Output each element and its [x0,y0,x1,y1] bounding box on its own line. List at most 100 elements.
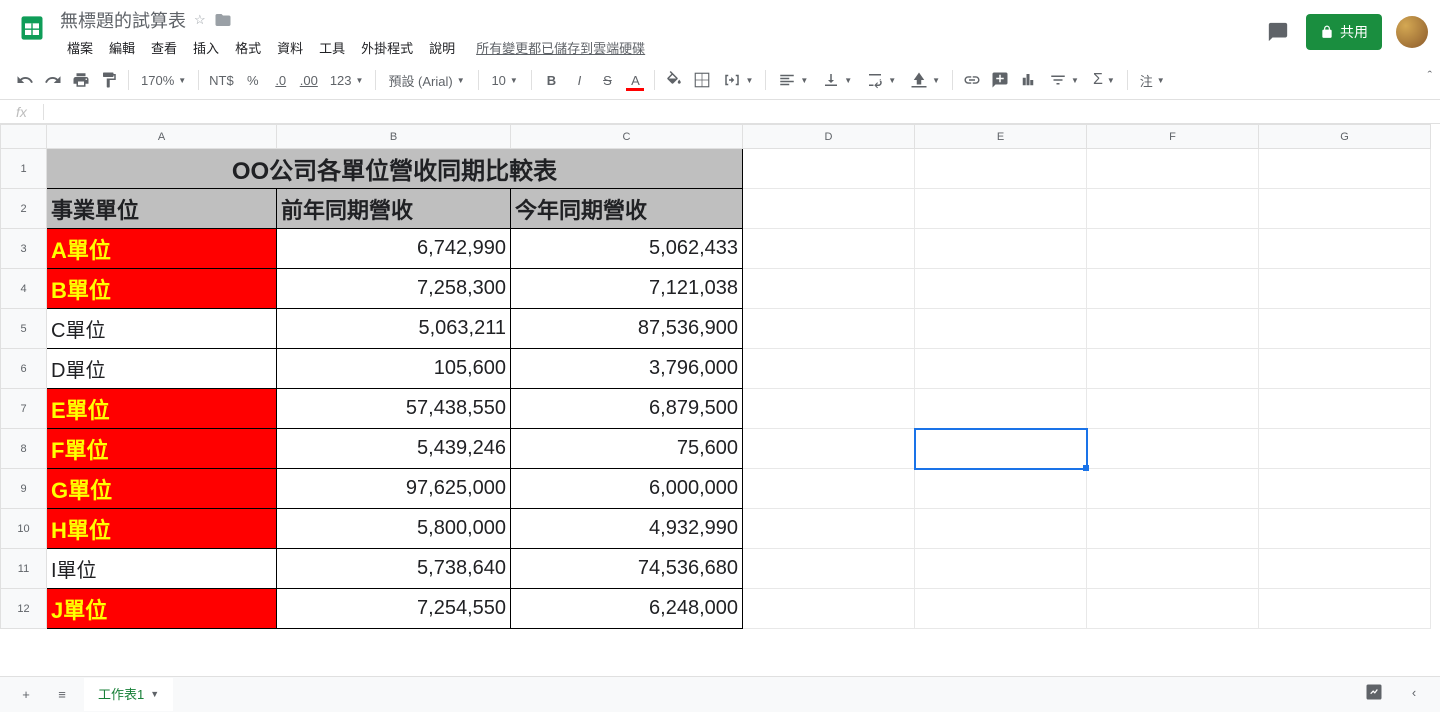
row-header-5[interactable]: 5 [1,309,47,349]
cell-E4[interactable] [915,269,1087,309]
col-header-A[interactable]: A [47,125,277,149]
merge-cells-button[interactable]: ▼ [717,67,759,93]
spreadsheet-grid[interactable]: ABCDEFG1OO公司各單位營收同期比較表2事業單位前年同期營收今年同期營收3… [0,124,1440,676]
row-header-8[interactable]: 8 [1,429,47,469]
col-header-D[interactable]: D [743,125,915,149]
text-color-button[interactable]: A [622,67,648,93]
percent-button[interactable]: % [240,67,266,93]
cell-F10[interactable] [1087,509,1259,549]
cell-B6[interactable]: 105,600 [277,349,511,389]
cell-E2[interactable] [915,189,1087,229]
explore-button[interactable] [1360,678,1388,706]
cell-G3[interactable] [1259,229,1431,269]
cell-B10[interactable]: 5,800,000 [277,509,511,549]
cell-G6[interactable] [1259,349,1431,389]
row-header-6[interactable]: 6 [1,349,47,389]
cell-G12[interactable] [1259,589,1431,629]
row-header-9[interactable]: 9 [1,469,47,509]
cell-A7[interactable]: E單位 [47,389,277,429]
menu-說明[interactable]: 說明 [422,34,462,61]
bold-button[interactable]: B [538,67,564,93]
menu-編輯[interactable]: 編輯 [102,34,142,61]
borders-button[interactable] [689,67,715,93]
cell-G2[interactable] [1259,189,1431,229]
cell-E3[interactable] [915,229,1087,269]
col-header-E[interactable]: E [915,125,1087,149]
cell-F6[interactable] [1087,349,1259,389]
cell-G10[interactable] [1259,509,1431,549]
share-button[interactable]: 共用 [1306,14,1382,50]
row-header-12[interactable]: 12 [1,589,47,629]
cell-C7[interactable]: 6,879,500 [511,389,743,429]
vertical-align-button[interactable]: ▼ [816,67,858,93]
cell-F2[interactable] [1087,189,1259,229]
insert-link-button[interactable] [959,67,985,93]
cell-G7[interactable] [1259,389,1431,429]
cell-F12[interactable] [1087,589,1259,629]
document-title[interactable]: 無標題的試算表 [60,7,186,33]
cell-D1[interactable] [743,149,915,189]
cell-D2[interactable] [743,189,915,229]
cell-A8[interactable]: F單位 [47,429,277,469]
cell-F7[interactable] [1087,389,1259,429]
cell-B4[interactable]: 7,258,300 [277,269,511,309]
move-folder-icon[interactable] [214,11,232,29]
menu-插入[interactable]: 插入 [186,34,226,61]
cell-B9[interactable]: 97,625,000 [277,469,511,509]
text-rotation-button[interactable]: ▼ [904,67,946,93]
cell-A9[interactable]: G單位 [47,469,277,509]
cell-A2[interactable]: 事業單位 [47,189,277,229]
cell-A11[interactable]: I單位 [47,549,277,589]
cell-G1[interactable] [1259,149,1431,189]
undo-button[interactable] [12,67,38,93]
horizontal-align-button[interactable]: ▼ [772,67,814,93]
cell-B7[interactable]: 57,438,550 [277,389,511,429]
italic-button[interactable]: I [566,67,592,93]
cell-F11[interactable] [1087,549,1259,589]
cell-D4[interactable] [743,269,915,309]
cell-C12[interactable]: 6,248,000 [511,589,743,629]
currency-button[interactable]: NT$ [205,67,238,93]
strikethrough-button[interactable]: S [594,67,620,93]
cell-D10[interactable] [743,509,915,549]
cell-C6[interactable]: 3,796,000 [511,349,743,389]
cell-E10[interactable] [915,509,1087,549]
all-sheets-button[interactable]: ≡ [48,681,76,709]
cell-E1[interactable] [915,149,1087,189]
col-header-B[interactable]: B [277,125,511,149]
cell-E8[interactable] [915,429,1087,469]
cell-A6[interactable]: D單位 [47,349,277,389]
menu-外掛程式[interactable]: 外掛程式 [354,34,420,61]
cell-C3[interactable]: 5,062,433 [511,229,743,269]
cell-D3[interactable] [743,229,915,269]
cell-C8[interactable]: 75,600 [511,429,743,469]
cell-F9[interactable] [1087,469,1259,509]
cell-B11[interactable]: 5,738,640 [277,549,511,589]
font-dropdown[interactable]: 預設 (Arial)▼ [382,67,472,93]
font-size-dropdown[interactable]: 10▼ [485,67,525,93]
cell-E6[interactable] [915,349,1087,389]
cell-F8[interactable] [1087,429,1259,469]
formula-input[interactable] [44,100,1440,123]
menu-格式[interactable]: 格式 [228,34,268,61]
increase-decimal-button[interactable]: .00 [296,67,322,93]
cell-D5[interactable] [743,309,915,349]
cell-F4[interactable] [1087,269,1259,309]
insert-comment-button[interactable] [987,67,1013,93]
add-sheet-button[interactable]: + [12,681,40,709]
fill-color-button[interactable] [661,67,687,93]
decrease-decimal-button[interactable]: .0 [268,67,294,93]
col-header-F[interactable]: F [1087,125,1259,149]
print-button[interactable] [68,67,94,93]
cell-A3[interactable]: A單位 [47,229,277,269]
row-header-11[interactable]: 11 [1,549,47,589]
cell-C11[interactable]: 74,536,680 [511,549,743,589]
col-header-C[interactable]: C [511,125,743,149]
zoom-dropdown[interactable]: 170%▼ [135,67,192,93]
user-avatar[interactable] [1396,16,1428,48]
save-status[interactable]: 所有變更都已儲存到雲端硬碟 [476,38,645,57]
row-header-2[interactable]: 2 [1,189,47,229]
cell-C9[interactable]: 6,000,000 [511,469,743,509]
sheet-tab-1[interactable]: 工作表1▼ [84,678,173,711]
row-header-10[interactable]: 10 [1,509,47,549]
